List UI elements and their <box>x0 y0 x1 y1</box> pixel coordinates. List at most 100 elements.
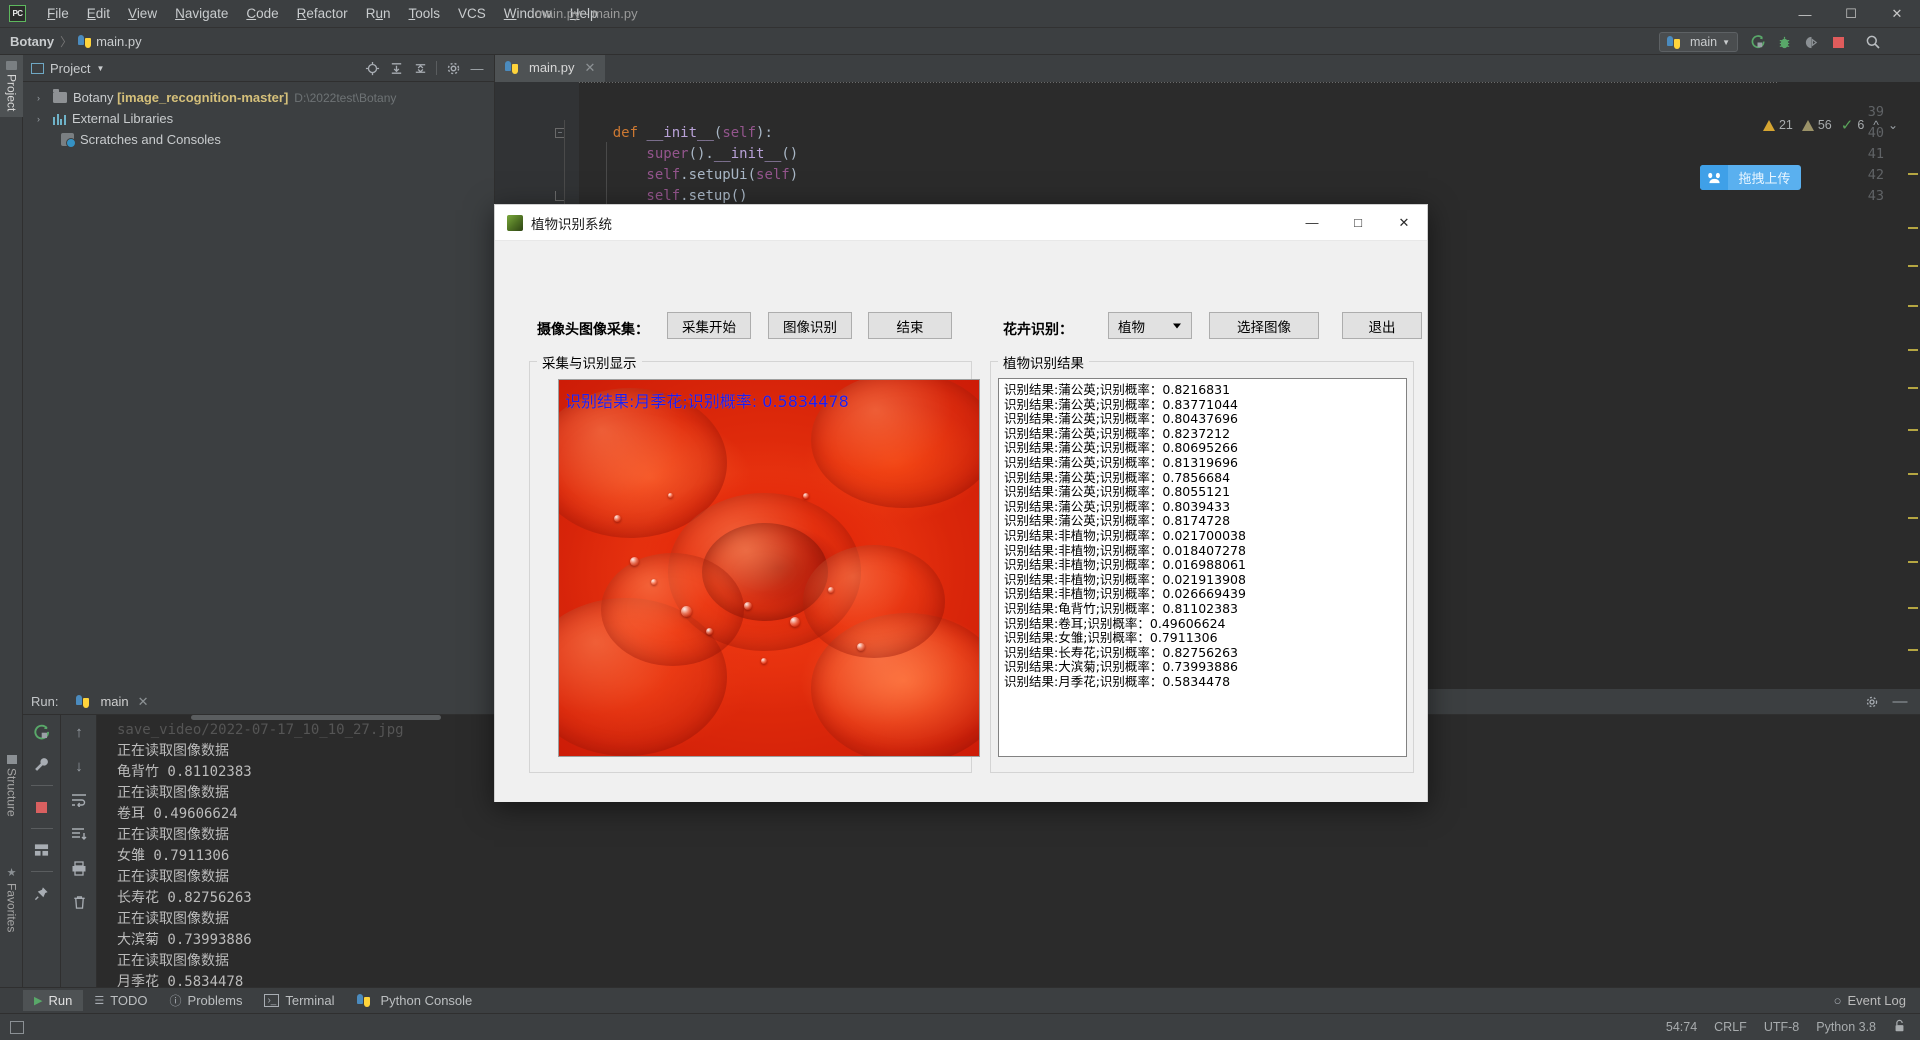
dialog-title-bar[interactable]: 植物识别系统 — □ ✕ <box>495 205 1427 241</box>
menu-navigate[interactable]: Navigate <box>166 3 237 24</box>
list-item[interactable]: 识别结果:蒲公英;识别概率：0.8039433 <box>1004 499 1406 515</box>
previous-problem-icon[interactable]: ^ <box>1873 118 1879 132</box>
gear-icon[interactable] <box>442 58 464 78</box>
list-item[interactable]: 识别结果:蒲公英;识别概率：0.8237212 <box>1004 426 1406 442</box>
console-horizontal-scrollbar[interactable] <box>191 715 441 720</box>
next-problem-icon[interactable]: ⌄ <box>1888 118 1898 132</box>
list-item[interactable]: 识别结果:卷耳;识别概率：0.49606624 <box>1004 616 1406 632</box>
bottom-tab-python-console[interactable]: Python Console <box>346 990 484 1011</box>
bottom-tab-problems[interactable]: ⓘ Problems <box>159 989 254 1012</box>
run-configuration-selector[interactable]: main ▼ <box>1658 32 1738 52</box>
status-badge-warnings[interactable]: 21 <box>1762 118 1793 132</box>
tree-node-scratches[interactable]: Scratches and Consoles <box>23 129 494 150</box>
line-separator[interactable]: CRLF <box>1714 1020 1747 1034</box>
close-icon[interactable]: ✕ <box>585 60 596 76</box>
image-recognize-button[interactable]: 图像识别 <box>768 312 852 339</box>
menu-view[interactable]: View <box>119 3 166 24</box>
file-encoding[interactable]: UTF-8 <box>1764 1020 1799 1034</box>
list-item[interactable]: 识别结果:蒲公英;识别概率：0.80437696 <box>1004 412 1406 427</box>
list-item[interactable]: 识别结果:龟背竹;识别概率：0.81102383 <box>1004 601 1406 617</box>
category-select[interactable]: 植物 <box>1108 312 1192 339</box>
expand-all-icon[interactable] <box>385 58 407 78</box>
hide-panel-icon[interactable]: — <box>466 58 488 78</box>
stop-icon[interactable] <box>30 796 54 818</box>
list-item[interactable]: 识别结果:女雏;识别概率：0.7911306 <box>1004 630 1406 646</box>
editor-scrollbar[interactable] <box>1906 137 1920 689</box>
toggle-tool-windows-icon[interactable] <box>10 1020 24 1034</box>
menu-vcs[interactable]: VCS <box>449 3 495 24</box>
tree-node-botany[interactable]: › Botany [image_recognition-master] D:\2… <box>23 87 494 108</box>
lock-icon[interactable] <box>1893 1019 1906 1036</box>
coverage-button[interactable] <box>1800 32 1822 52</box>
caret-position[interactable]: 54:74 <box>1666 1020 1697 1034</box>
hide-panel-icon[interactable]: — <box>1888 691 1912 713</box>
dialog-minimize-button[interactable]: — <box>1289 205 1335 241</box>
stop-button[interactable] <box>1827 32 1849 52</box>
list-item[interactable]: 识别结果:长寿花;识别概率：0.82756263 <box>1004 645 1406 661</box>
baidu-upload-widget[interactable]: 拖拽上传 <box>1700 165 1801 190</box>
menu-refactor[interactable]: Refactor <box>288 3 357 24</box>
list-item[interactable]: 识别结果:非植物;识别概率：0.016988061 <box>1004 558 1406 573</box>
editor-tab-main-py[interactable]: main.py ✕ <box>495 55 606 82</box>
inspection-badges[interactable]: 21 56 ✓ 6 ^ ⌄ <box>1762 116 1898 134</box>
list-item[interactable]: 识别结果:蒲公英;识别概率：0.81319696 <box>1004 455 1406 471</box>
arrow-down-icon[interactable]: ↓ <box>67 755 91 777</box>
status-badge-checks[interactable]: ✓ 6 <box>1841 116 1865 134</box>
breadcrumb-project[interactable]: Botany <box>10 34 54 49</box>
print-icon[interactable] <box>67 857 91 879</box>
search-icon[interactable] <box>1862 32 1884 52</box>
list-item[interactable]: 识别结果:非植物;识别概率：0.018407278 <box>1004 543 1406 559</box>
status-badge-weak-warnings[interactable]: 56 <box>1801 118 1832 132</box>
chevron-down-icon[interactable]: ▼ <box>96 64 104 73</box>
results-list[interactable]: 识别结果:蒲公英;识别概率：0.8216831 识别结果:蒲公英;识别概率：0.… <box>998 378 1407 757</box>
event-log-button[interactable]: ○ Event Log <box>1834 993 1906 1008</box>
list-item[interactable]: 识别结果:非植物;识别概率：0.021700038 <box>1004 528 1406 544</box>
window-maximize-button[interactable]: ☐ <box>1828 0 1874 28</box>
layout-icon[interactable] <box>30 839 54 861</box>
python-interpreter[interactable]: Python 3.8 <box>1816 1020 1876 1034</box>
collapse-all-icon[interactable] <box>409 58 431 78</box>
chevron-right-icon[interactable]: › <box>37 114 47 124</box>
menu-edit[interactable]: Edit <box>78 3 119 24</box>
list-item[interactable]: 识别结果:月季花;识别概率：0.5834478 <box>1004 674 1406 690</box>
list-item[interactable]: 识别结果:蒲公英;识别概率：0.8216831 <box>1004 382 1406 398</box>
choose-image-button[interactable]: 选择图像 <box>1209 312 1319 339</box>
menu-file[interactable]: File <box>38 3 78 24</box>
exit-button[interactable]: 退出 <box>1342 312 1422 339</box>
window-close-button[interactable]: ✕ <box>1874 0 1920 28</box>
bottom-tab-terminal[interactable]: ›_ Terminal <box>253 990 345 1011</box>
run-tab-main[interactable]: main ✕ <box>72 692 152 712</box>
dialog-close-button[interactable]: ✕ <box>1381 205 1427 241</box>
chevron-right-icon[interactable]: › <box>37 93 47 103</box>
dialog-maximize-button[interactable]: □ <box>1335 205 1381 241</box>
scroll-to-end-icon[interactable] <box>67 823 91 845</box>
list-item[interactable]: 识别结果:非植物;识别概率：0.026669439 <box>1004 587 1406 602</box>
sidebar-tab-structure[interactable]: Structure <box>0 749 23 823</box>
tree-node-external-libraries[interactable]: › External Libraries <box>23 108 494 129</box>
end-capture-button[interactable]: 结束 <box>868 312 952 339</box>
start-capture-button[interactable]: 采集开始 <box>667 312 751 339</box>
project-panel-title-group[interactable]: Project ▼ <box>31 61 104 76</box>
close-icon[interactable]: ✕ <box>138 694 149 710</box>
captured-image-view[interactable]: 识别结果:月季花;识别概率: 0.5834478 <box>558 379 980 757</box>
list-item[interactable]: 识别结果:蒲公英;识别概率：0.8174728 <box>1004 514 1406 529</box>
debug-button[interactable] <box>1773 32 1795 52</box>
list-item[interactable]: 识别结果:蒲公英;识别概率：0.8055121 <box>1004 485 1406 500</box>
list-item[interactable]: 识别结果:蒲公英;识别概率：0.83771044 <box>1004 397 1406 413</box>
bottom-tab-todo[interactable]: ☰ TODO <box>83 990 158 1011</box>
rerun-icon[interactable] <box>30 721 54 743</box>
run-button[interactable] <box>1746 32 1768 52</box>
soft-wrap-icon[interactable] <box>67 789 91 811</box>
list-item[interactable]: 识别结果:蒲公英;识别概率：0.7856684 <box>1004 470 1406 486</box>
arrow-up-icon[interactable]: ↑ <box>67 721 91 743</box>
bottom-tab-run[interactable]: ▶ Run <box>23 990 84 1011</box>
list-item[interactable]: 识别结果:非植物;识别概率：0.021913908 <box>1004 572 1406 588</box>
menu-run[interactable]: Run <box>357 3 400 24</box>
menu-tools[interactable]: Tools <box>399 3 449 24</box>
gear-icon[interactable] <box>1860 691 1884 713</box>
locate-file-icon[interactable] <box>361 58 383 78</box>
list-item[interactable]: 识别结果:蒲公英;识别概率：0.80695266 <box>1004 441 1406 456</box>
pin-icon[interactable] <box>30 882 54 904</box>
wrench-icon[interactable] <box>30 753 54 775</box>
menu-code[interactable]: Code <box>237 3 287 24</box>
